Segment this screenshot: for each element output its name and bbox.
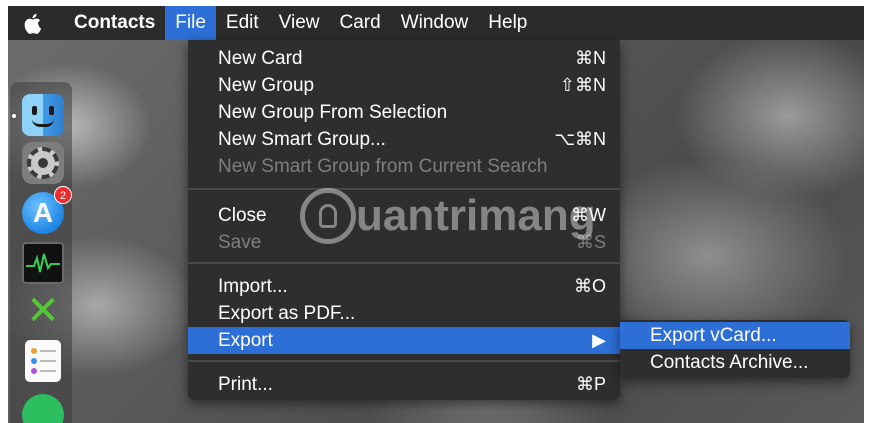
menu-item-print[interactable]: Print... ⌘P bbox=[188, 371, 620, 398]
menubar-card[interactable]: Card bbox=[330, 6, 391, 40]
menubar-help[interactable]: Help bbox=[478, 6, 537, 40]
menu-item-label: Export vCard... bbox=[650, 325, 777, 346]
menu-item-close[interactable]: Close ⌘W bbox=[188, 202, 620, 229]
menu-item-shortcut: ⌘O bbox=[573, 276, 606, 296]
menu-item-new-smart-group-from-search: New Smart Group from Current Search bbox=[188, 153, 620, 180]
menu-item-shortcut: ⌘N bbox=[575, 48, 606, 68]
menu-item-new-group[interactable]: New Group ⇧⌘N bbox=[188, 72, 620, 99]
menu-item-label: Contacts Archive... bbox=[650, 352, 809, 373]
menu-item-shortcut: ⌘P bbox=[575, 374, 606, 394]
evernote-icon[interactable] bbox=[22, 394, 64, 423]
menu-separator bbox=[188, 360, 620, 362]
reminders-icon[interactable] bbox=[25, 340, 61, 382]
export-submenu: Export vCard... Contacts Archive... bbox=[620, 320, 850, 378]
submenu-arrow-icon: ▶ bbox=[592, 330, 606, 350]
menu-item-label: Close bbox=[218, 205, 267, 226]
menu-item-export[interactable]: Export ▶ bbox=[188, 327, 620, 354]
menu-item-contacts-archive[interactable]: Contacts Archive... bbox=[620, 349, 850, 376]
menu-item-export-vcard[interactable]: Export vCard... bbox=[620, 322, 850, 349]
menu-item-label: Export bbox=[218, 330, 273, 351]
menu-item-label: New Smart Group from Current Search bbox=[218, 156, 548, 177]
dock: A 2 ✕ bbox=[10, 82, 72, 423]
menu-item-label: New Card bbox=[218, 48, 303, 69]
menubar-file[interactable]: File bbox=[165, 6, 216, 40]
menu-item-shortcut: ⇧⌘N bbox=[559, 75, 606, 95]
menu-item-shortcut: ⌘S bbox=[575, 232, 606, 252]
gear-icon bbox=[27, 147, 59, 179]
menu-separator bbox=[188, 262, 620, 264]
menu-item-shortcut: ⌘W bbox=[571, 205, 606, 225]
finder-icon[interactable] bbox=[22, 94, 64, 136]
menu-item-new-card[interactable]: New Card ⌘N bbox=[188, 45, 620, 72]
menu-item-new-smart-group[interactable]: New Smart Group... ⌥⌘N bbox=[188, 126, 620, 153]
menu-bar: Contacts File Edit View Card Window Help bbox=[8, 6, 864, 40]
menu-item-export-pdf[interactable]: Export as PDF... bbox=[188, 300, 620, 327]
finder-eye bbox=[49, 106, 54, 115]
finder-mouth bbox=[32, 119, 54, 127]
desktop: Contacts File Edit View Card Window Help… bbox=[8, 6, 864, 423]
activity-monitor-icon[interactable] bbox=[22, 242, 64, 284]
running-indicator bbox=[12, 114, 16, 118]
system-preferences-icon[interactable] bbox=[22, 142, 64, 184]
menu-item-label: New Group bbox=[218, 75, 315, 96]
menubar-app-name[interactable]: Contacts bbox=[56, 6, 165, 40]
menubar-view[interactable]: View bbox=[269, 6, 330, 40]
x-app-icon[interactable]: ✕ bbox=[22, 290, 64, 332]
file-menu: New Card ⌘N New Group ⇧⌘N New Group From… bbox=[188, 40, 620, 400]
menu-item-label: Export as PDF... bbox=[218, 303, 356, 324]
menu-item-label: New Smart Group... bbox=[218, 129, 386, 150]
menu-item-label: Print... bbox=[218, 374, 273, 395]
menu-item-label: New Group From Selection bbox=[218, 102, 448, 123]
menu-item-shortcut: ⌥⌘N bbox=[554, 129, 606, 149]
menu-item-label: Save bbox=[218, 232, 262, 253]
finder-eye bbox=[32, 106, 37, 115]
menu-item-new-group-from-selection[interactable]: New Group From Selection bbox=[188, 99, 620, 126]
app-store-badge: 2 bbox=[54, 186, 72, 204]
menubar-edit[interactable]: Edit bbox=[216, 6, 269, 40]
menu-separator bbox=[188, 188, 620, 190]
apple-logo-icon[interactable] bbox=[8, 13, 56, 34]
menu-item-save: Save ⌘S bbox=[188, 229, 620, 256]
menubar-window[interactable]: Window bbox=[391, 6, 479, 40]
menu-item-import[interactable]: Import... ⌘O bbox=[188, 273, 620, 300]
menu-item-label: Import... bbox=[218, 276, 288, 297]
